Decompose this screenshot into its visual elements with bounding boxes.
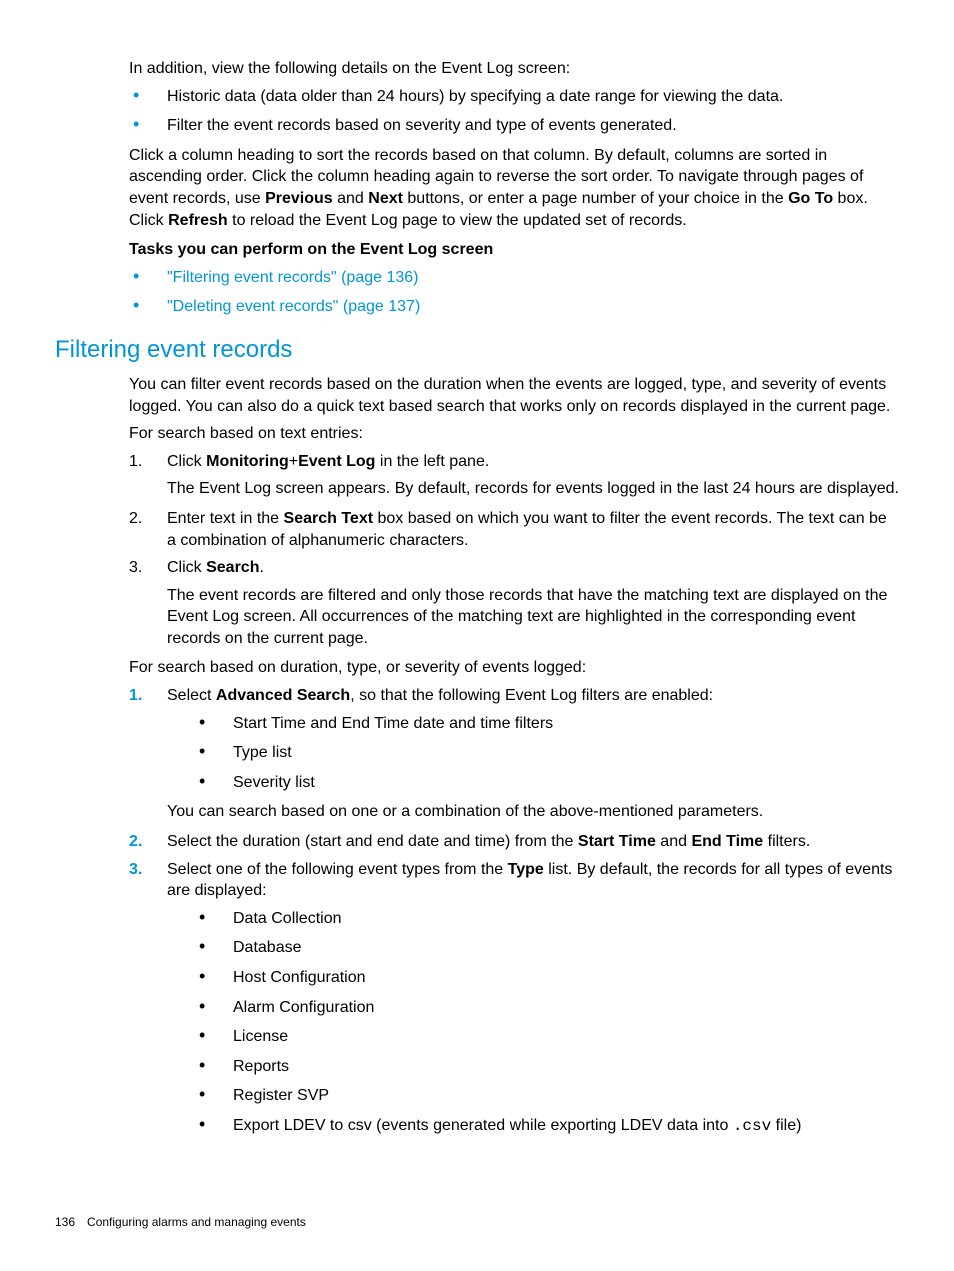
advanced-search-label: Advanced Search (216, 687, 350, 704)
text-run: file) (771, 1117, 801, 1134)
refresh-label: Refresh (168, 212, 228, 229)
step-item: Select Advanced Search, so that the foll… (129, 685, 899, 823)
text-run: . (259, 559, 263, 576)
event-type-list: Data Collection Database Host Configurat… (199, 908, 899, 1138)
list-item: Filter the event records based on severi… (129, 115, 899, 137)
text-search-steps: Click Monitoring+Event Log in the left p… (129, 451, 899, 650)
list-item: Register SVP (199, 1085, 899, 1107)
text-run: in the left pane. (375, 453, 489, 470)
end-time-label: End Time (691, 833, 763, 850)
filter-list: Start Time and End Time date and time fi… (199, 713, 899, 794)
type-label: Type (508, 861, 544, 878)
search-label: Search (206, 559, 259, 576)
step-item: Enter text in the Search Text box based … (129, 508, 899, 551)
text-run: Click (167, 453, 206, 470)
sort-paragraph: Click a column heading to sort the recor… (129, 145, 899, 231)
step-item: Select the duration (start and end date … (129, 831, 899, 853)
text-run: Click (167, 559, 206, 576)
list-item: Alarm Configuration (199, 997, 899, 1019)
list-item: Data Collection (199, 908, 899, 930)
content-block: In addition, view the following details … (129, 58, 899, 318)
list-item: Severity list (199, 772, 899, 794)
list-item: Reports (199, 1056, 899, 1078)
section-body: You can filter event records based on th… (129, 374, 899, 1138)
list-item: Start Time and End Time date and time fi… (199, 713, 899, 735)
step-followup: The event records are filtered and only … (167, 585, 899, 650)
filtering-link[interactable]: "Filtering event records" (page 136) (167, 269, 418, 286)
previous-label: Previous (265, 190, 333, 207)
tasks-subheading: Tasks you can perform on the Event Log s… (129, 239, 899, 261)
text-run: to reload the Event Log page to view the… (228, 212, 687, 229)
list-item: Export LDEV to csv (events generated whi… (199, 1115, 899, 1138)
step-item: Select one of the following event types … (129, 859, 899, 1138)
step-followup: You can search based on one or a combina… (167, 801, 899, 823)
text-run: Enter text in the (167, 510, 284, 527)
step-item: Click Search. The event records are filt… (129, 557, 899, 649)
list-item: Historic data (data older than 24 hours)… (129, 86, 899, 108)
list-item: "Deleting event records" (page 137) (129, 296, 899, 318)
text-run: filters. (763, 833, 810, 850)
search-text-label: Search Text (284, 510, 374, 527)
next-label: Next (368, 190, 403, 207)
advanced-search-lead: For search based on duration, type, or s… (129, 657, 899, 679)
intro-bullets: Historic data (data older than 24 hours)… (129, 86, 899, 137)
list-item: License (199, 1026, 899, 1048)
section-heading: Filtering event records (55, 336, 899, 364)
list-item: "Filtering event records" (page 136) (129, 267, 899, 289)
section-intro: You can filter event records based on th… (129, 374, 899, 417)
event-log-label: Event Log (298, 453, 375, 470)
text-run: Select the duration (start and end date … (167, 833, 578, 850)
text-search-lead: For search based on text entries: (129, 423, 899, 445)
task-links: "Filtering event records" (page 136) "De… (129, 267, 899, 318)
csv-ext: .csv (733, 1117, 771, 1135)
text-run: and (656, 833, 692, 850)
text-run: + (289, 453, 298, 470)
list-item: Host Configuration (199, 967, 899, 989)
page-number: 136 (55, 1215, 75, 1229)
text-run: Export LDEV to csv (events generated whi… (233, 1117, 733, 1134)
list-item: Type list (199, 742, 899, 764)
advanced-search-steps: Select Advanced Search, so that the foll… (129, 685, 899, 1138)
goto-label: Go To (788, 190, 833, 207)
footer-title: Configuring alarms and managing events (87, 1215, 306, 1229)
text-run: Select one of the following event types … (167, 861, 508, 878)
page-footer: 136 Configuring alarms and managing event… (55, 1215, 306, 1229)
step-followup: The Event Log screen appears. By default… (167, 478, 899, 500)
deleting-link[interactable]: "Deleting event records" (page 137) (167, 298, 420, 315)
text-run: and (333, 190, 369, 207)
start-time-label: Start Time (578, 833, 656, 850)
text-run: , so that the following Event Log filter… (350, 687, 713, 704)
text-run: buttons, or enter a page number of your … (403, 190, 788, 207)
monitoring-label: Monitoring (206, 453, 289, 470)
intro-line: In addition, view the following details … (129, 58, 899, 80)
step-item: Click Monitoring+Event Log in the left p… (129, 451, 899, 500)
document-page: In addition, view the following details … (0, 0, 954, 1271)
text-run: Select (167, 687, 216, 704)
list-item: Database (199, 937, 899, 959)
